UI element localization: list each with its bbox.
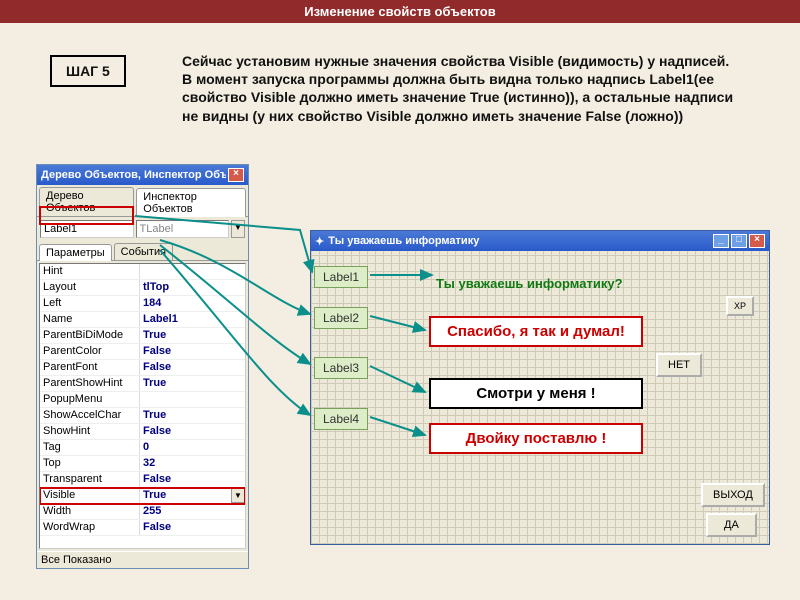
tab-properties[interactable]: Параметры <box>39 244 112 261</box>
property-row[interactable]: Left184 <box>40 296 245 312</box>
property-row[interactable]: ParentBiDiModeTrue <box>40 328 245 344</box>
inspector-tabs: Параметры События <box>37 241 248 261</box>
tab-object-inspector[interactable]: Инспектор Объектов <box>136 188 246 217</box>
property-key: WordWrap <box>40 520 140 535</box>
property-row[interactable]: NameLabel1 <box>40 312 245 328</box>
component-selector: Label1 TLabel ▼ <box>37 217 248 241</box>
question-label: Ты уважаешь информатику? <box>436 276 623 291</box>
message-label-1: Спасибо, я так и думал! <box>429 316 643 347</box>
property-key: Top <box>40 456 140 471</box>
property-key: ParentShowHint <box>40 376 140 391</box>
property-row[interactable]: ParentFontFalse <box>40 360 245 376</box>
property-value[interactable]: True <box>140 328 245 343</box>
step-badge: ШАГ 5 <box>50 55 126 87</box>
property-value[interactable]: False <box>140 424 245 439</box>
property-value[interactable]: Label1 <box>140 312 245 327</box>
property-key: ParentBiDiMode <box>40 328 140 343</box>
property-value[interactable]: True <box>140 408 245 423</box>
tab-events[interactable]: События <box>114 243 173 260</box>
property-row[interactable]: Tag0 <box>40 440 245 456</box>
xp-button[interactable]: XP <box>726 296 754 316</box>
callout-label3: Label3 <box>314 357 368 379</box>
component-name-combo[interactable]: Label1 <box>40 220 134 238</box>
top-tabs: Дерево Объектов Инспектор Объектов <box>37 185 248 217</box>
maximize-icon[interactable]: □ <box>731 234 747 248</box>
component-type-combo[interactable]: TLabel <box>136 220 230 238</box>
property-key: ShowAccelChar <box>40 408 140 423</box>
property-grid[interactable]: HintLayouttlTopLeft184NameLabel1ParentBi… <box>39 263 246 549</box>
yes-button[interactable]: ДА <box>706 513 757 537</box>
message-label-3: Двойку поставлю ! <box>429 423 643 454</box>
property-value[interactable]: False <box>140 472 245 487</box>
property-value[interactable]: True <box>140 488 231 503</box>
inspector-status: Все Показано <box>37 551 248 568</box>
property-value[interactable]: 0 <box>140 440 245 455</box>
property-row[interactable]: ShowAccelCharTrue <box>40 408 245 424</box>
design-form-window: ✦ Ты уважаешь информатику _ □ × Ты уважа… <box>310 230 770 545</box>
property-value[interactable]: False <box>140 520 245 535</box>
form-canvas[interactable]: Ты уважаешь информатику? XP Спасибо, я т… <box>311 251 769 544</box>
callout-label1: Label1 <box>314 266 368 288</box>
property-key: ParentColor <box>40 344 140 359</box>
no-button[interactable]: НЕТ <box>656 353 702 377</box>
close-icon[interactable]: × <box>228 168 244 182</box>
property-key: Layout <box>40 280 140 295</box>
chevron-down-icon[interactable]: ▼ <box>231 220 245 238</box>
property-value[interactable]: False <box>140 344 245 359</box>
tab-object-tree[interactable]: Дерево Объектов <box>39 187 134 216</box>
minimize-icon[interactable]: _ <box>713 234 729 248</box>
property-row[interactable]: LayouttlTop <box>40 280 245 296</box>
property-row[interactable]: PopupMenu <box>40 392 245 408</box>
property-row[interactable]: Top32 <box>40 456 245 472</box>
exit-button[interactable]: ВЫХОД <box>701 483 765 507</box>
property-key: PopupMenu <box>40 392 140 407</box>
property-value[interactable]: False <box>140 360 245 375</box>
property-row[interactable]: Width255 <box>40 504 245 520</box>
object-inspector-window: Дерево Объектов, Инспектор Объ... × Дере… <box>36 164 249 569</box>
close-icon[interactable]: × <box>749 234 765 248</box>
instruction-text: Сейчас установим нужные значения свойств… <box>182 52 737 125</box>
property-value[interactable]: True <box>140 376 245 391</box>
property-value[interactable] <box>140 264 245 279</box>
property-row[interactable]: ShowHintFalse <box>40 424 245 440</box>
property-value[interactable]: tlTop <box>140 280 245 295</box>
property-row[interactable]: Hint <box>40 264 245 280</box>
property-key: Tag <box>40 440 140 455</box>
property-value[interactable]: 184 <box>140 296 245 311</box>
property-key: Hint <box>40 264 140 279</box>
property-key: Transparent <box>40 472 140 487</box>
property-key: Visible <box>40 488 140 503</box>
title-bar: Изменение свойств объектов <box>0 0 800 23</box>
property-key: Name <box>40 312 140 327</box>
property-value[interactable]: 255 <box>140 504 245 519</box>
callout-label4: Label4 <box>314 408 368 430</box>
property-key: Left <box>40 296 140 311</box>
message-label-2: Смотри у меня ! <box>429 378 643 409</box>
property-key: Width <box>40 504 140 519</box>
chevron-down-icon[interactable]: ▼ <box>231 488 245 503</box>
property-row[interactable]: WordWrapFalse <box>40 520 245 536</box>
form-title: Ты уважаешь информатику <box>328 235 711 247</box>
property-row[interactable]: ParentColorFalse <box>40 344 245 360</box>
inspector-titlebar[interactable]: Дерево Объектов, Инспектор Объ... × <box>37 165 248 185</box>
form-titlebar[interactable]: ✦ Ты уважаешь информатику _ □ × <box>311 231 769 251</box>
property-value[interactable] <box>140 392 245 407</box>
property-row[interactable]: TransparentFalse <box>40 472 245 488</box>
property-row[interactable]: ParentShowHintTrue <box>40 376 245 392</box>
property-value[interactable]: 32 <box>140 456 245 471</box>
property-row-selected[interactable]: VisibleTrue▼ <box>40 488 245 504</box>
app-icon: ✦ <box>315 235 324 248</box>
callout-label2: Label2 <box>314 307 368 329</box>
property-key: ParentFont <box>40 360 140 375</box>
property-key: ShowHint <box>40 424 140 439</box>
inspector-title: Дерево Объектов, Инспектор Объ... <box>41 169 226 181</box>
